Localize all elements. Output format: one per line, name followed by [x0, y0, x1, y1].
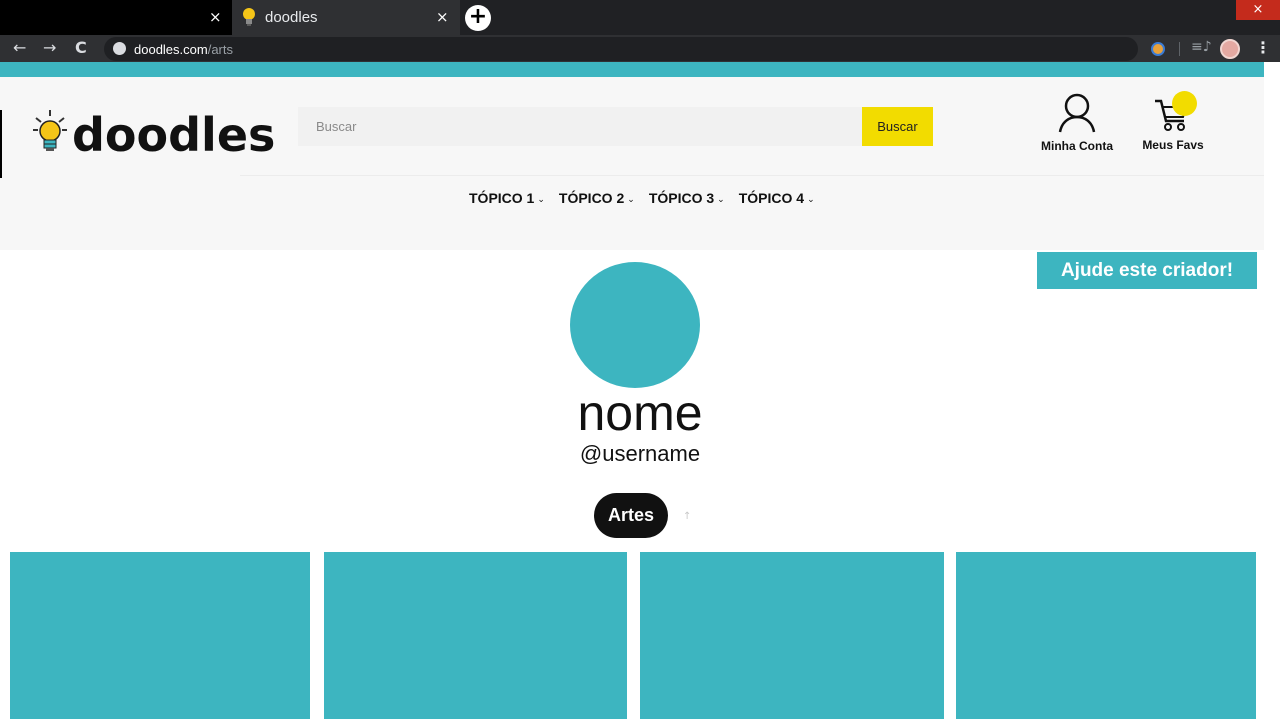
- favs-badge: [1172, 91, 1197, 116]
- topic-label: TÓPICO 3: [648, 190, 715, 206]
- favs-label: Meus Favs: [1142, 138, 1204, 152]
- tab-title: doodles: [265, 9, 318, 26]
- profile-avatar: [570, 262, 700, 388]
- left-edge-line: [0, 110, 2, 178]
- window-close-button[interactable]: ×: [1236, 0, 1280, 20]
- chevron-down-icon: ⌄: [807, 195, 815, 205]
- url-path: /arts: [207, 42, 234, 57]
- reload-icon[interactable]: C: [75, 38, 87, 57]
- profile-name: nome: [577, 385, 703, 441]
- art-card[interactable]: [10, 552, 310, 719]
- topic-menu-4[interactable]: TÓPICO 4 ⌄: [739, 190, 815, 206]
- sort-arrow-icon[interactable]: ↑: [683, 511, 691, 522]
- address-bar[interactable]: doodles.com/arts: [104, 37, 1138, 61]
- art-card[interactable]: [640, 552, 944, 719]
- toolbar-divider: [1179, 42, 1180, 56]
- support-creator-button[interactable]: Ajude este criador!: [1037, 252, 1257, 289]
- search-button[interactable]: Buscar: [862, 107, 933, 146]
- art-gallery: [0, 552, 1280, 719]
- back-arrow-icon[interactable]: ←: [13, 38, 26, 57]
- lightbulb-icon: [32, 108, 68, 161]
- url-host: doodles.com: [134, 42, 208, 57]
- chevron-down-icon: ⌄: [717, 195, 725, 205]
- forward-arrow-icon[interactable]: →: [43, 38, 56, 57]
- header-divider: [240, 175, 1264, 176]
- art-card[interactable]: [956, 552, 1256, 719]
- account-link[interactable]: Minha Conta: [1034, 93, 1120, 157]
- topic-menu-2[interactable]: TÓPICO 2 ⌄: [559, 190, 635, 206]
- media-queue-icon[interactable]: ≡♪: [1191, 39, 1212, 55]
- favs-link[interactable]: Meus Favs: [1133, 91, 1213, 157]
- profile-username: @username: [579, 441, 701, 466]
- search-input[interactable]: [298, 107, 862, 146]
- browser-tab-bar: × doodles × + ×: [0, 0, 1280, 35]
- chevron-down-icon: ⌄: [537, 195, 545, 205]
- kebab-menu-icon[interactable]: ⋮: [1255, 38, 1271, 57]
- topic-label: TÓPICO 2: [558, 190, 625, 206]
- globe-icon: [113, 42, 126, 55]
- user-icon: [1058, 93, 1096, 133]
- topic-label: TÓPICO 1: [469, 190, 535, 206]
- extension-icon[interactable]: [1151, 42, 1165, 56]
- browser-tab-previous[interactable]: ×: [0, 0, 232, 35]
- logo-text: doodles: [72, 108, 276, 162]
- browser-tab-active[interactable]: doodles ×: [232, 0, 460, 35]
- new-tab-button[interactable]: +: [465, 5, 491, 31]
- topics-nav: TÓPICO 1 ⌄ TÓPICO 2 ⌄ TÓPICO 3 ⌄ TÓPICO 4 ⌄: [469, 190, 829, 206]
- close-icon[interactable]: ×: [436, 8, 449, 26]
- topic-label: TÓPICO 4: [738, 190, 805, 206]
- topic-menu-3[interactable]: TÓPICO 3 ⌄: [649, 190, 725, 206]
- chevron-down-icon: ⌄: [627, 195, 635, 205]
- profile-avatar-icon[interactable]: [1220, 39, 1240, 59]
- lightbulb-icon: [242, 7, 256, 32]
- topic-menu-1[interactable]: TÓPICO 1 ⌄: [469, 190, 545, 206]
- art-card[interactable]: [324, 552, 627, 719]
- tab-artes[interactable]: Artes: [594, 493, 668, 538]
- close-icon[interactable]: ×: [209, 8, 222, 26]
- browser-toolbar: ← → C doodles.com/arts ≡♪ ⋮: [0, 35, 1280, 62]
- url-text: doodles.com/arts: [134, 42, 233, 57]
- accent-top-bar: [0, 62, 1264, 77]
- account-label: Minha Conta: [1041, 139, 1113, 153]
